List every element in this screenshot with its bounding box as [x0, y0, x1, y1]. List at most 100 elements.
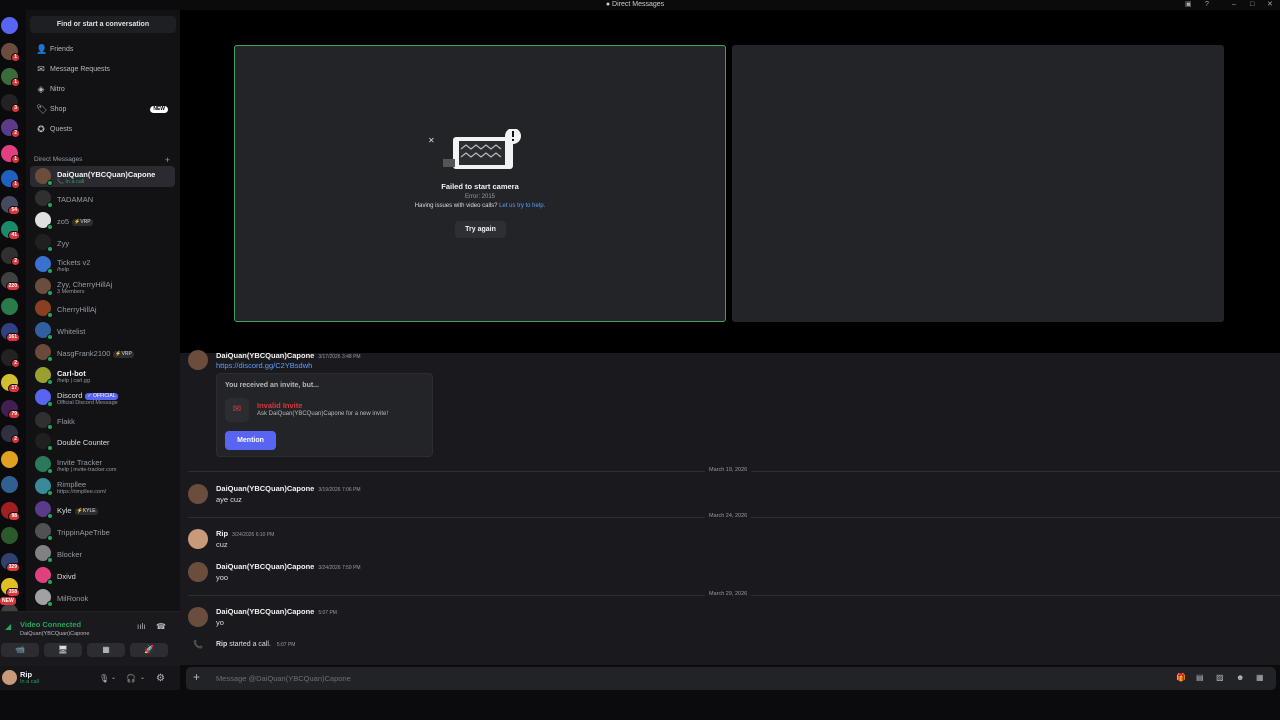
message-input[interactable]: Message @DaiQuan(YBCQuan)Capone — [216, 674, 351, 683]
server-icon[interactable]: 1 — [1, 42, 20, 62]
invite-link[interactable]: https://discord.gg/C2YBsdwh — [216, 361, 312, 370]
home-button[interactable] — [1, 17, 18, 34]
nav-quests[interactable]: ✪ Quests — [30, 121, 176, 138]
nav-friends[interactable]: 👤 Friends — [30, 41, 176, 58]
mention-badge: 2 — [11, 358, 20, 368]
server-icon[interactable]: 2 — [1, 119, 20, 138]
dm-item[interactable]: Zyy, CherryHillAj 3 Members — [30, 276, 175, 297]
help-link[interactable]: Let us try to help. — [499, 203, 545, 209]
server-icon[interactable]: 41 — [1, 221, 20, 240]
dm-item[interactable]: Rimpllee https://rimpllee.com/ — [30, 476, 175, 497]
minimize-button[interactable]: – — [1232, 0, 1236, 9]
try-again-button[interactable]: Try again — [455, 221, 506, 238]
headphones-icon[interactable]: 🎧 — [126, 674, 136, 683]
nav-shop[interactable]: 🏷 Shop NEW — [30, 101, 176, 118]
dm-item[interactable]: MilRonok — [30, 587, 175, 608]
camera-button[interactable]: 📹 — [1, 643, 39, 657]
server-icon[interactable]: 358 — [1, 578, 20, 597]
maximize-button[interactable]: □ — [1250, 0, 1254, 9]
mention-badge: 17 — [8, 384, 20, 393]
avatar[interactable] — [188, 562, 208, 582]
dm-item[interactable]: Blocker — [30, 543, 175, 564]
dm-item[interactable]: Double Counter — [30, 431, 175, 452]
gift-icon[interactable]: 🎁 — [1176, 673, 1186, 682]
avatar[interactable] — [188, 484, 208, 504]
server-icon[interactable]: 1 — [1, 68, 20, 87]
server-icon[interactable]: 79 — [1, 399, 20, 419]
dm-item[interactable]: TrippinApeTribe — [30, 521, 175, 542]
server-icon[interactable]: 2 — [1, 425, 20, 444]
server-icon[interactable] — [1, 476, 18, 493]
screen-share-button[interactable]: 🖥 — [44, 643, 82, 657]
video-tile-self[interactable]: ✕ Failed to start camera Error: 2015 Hav… — [234, 45, 726, 322]
dm-name: Flakk — [57, 417, 75, 426]
message-author[interactable]: Rip — [216, 641, 227, 648]
server-icon[interactable]: 98 — [1, 501, 20, 521]
server-icon[interactable]: 220 — [1, 272, 20, 291]
soundboard-button[interactable]: 🚀 — [130, 643, 168, 657]
noise-suppression-icon[interactable]: ıılı — [137, 622, 145, 631]
add-attachment-icon[interactable]: + — [193, 670, 200, 684]
message-author[interactable]: DaiQuan(YBCQuan)Capone — [216, 562, 314, 571]
activities-button[interactable]: ▦ — [87, 643, 125, 657]
microphone-icon[interactable]: 🎙 — [99, 674, 109, 683]
dm-item[interactable]: NasgFrank2100 ⚡VRP — [30, 342, 175, 363]
message-composer[interactable]: + Message @DaiQuan(YBCQuan)Capone 🎁 ▤ ▨ … — [186, 667, 1276, 690]
server-icon[interactable]: 1 — [1, 170, 20, 189]
nav-nitro[interactable]: ◈ Nitro — [30, 81, 176, 98]
server-icon[interactable] — [1, 297, 18, 315]
dm-item[interactable]: DaiQuan(YBCQuan)Capone 📞 In a call — [30, 166, 175, 187]
dm-item[interactable]: TADAMAN — [30, 188, 175, 209]
status-indicator — [47, 246, 53, 252]
chevron-down-icon[interactable]: ⌄ — [111, 674, 116, 681]
server-icon[interactable]: 329 — [1, 552, 20, 572]
server-icon[interactable]: 2 — [1, 348, 20, 368]
video-tile-remote[interactable] — [732, 45, 1224, 322]
dm-item[interactable]: Discord ✓ OFFICIAL Official Discord Messag… — [30, 387, 175, 408]
dm-item[interactable]: zo5 ⚡VRP — [30, 210, 175, 231]
inbox-icon[interactable]: ▣ — [1185, 0, 1192, 9]
avatar[interactable] — [188, 607, 208, 627]
dm-item[interactable]: Kyle ⚡KYLE — [30, 499, 175, 520]
dm-item[interactable]: Dxivd — [30, 565, 175, 586]
sticker-icon[interactable]: ▨ — [1216, 673, 1224, 682]
server-list: 1 1 3 2 1 1 54 41 2 220 161 2 17 79 2 98 329 358 NEW — [0, 10, 20, 665]
server-icon[interactable] — [1, 450, 18, 468]
dm-item[interactable]: CherryHillAj — [30, 298, 175, 319]
dm-item[interactable]: Zyy — [30, 232, 175, 253]
server-icon[interactable] — [1, 527, 18, 544]
dm-item[interactable]: Carl-bot/help | carl.gg — [30, 365, 175, 386]
nav-message-requests[interactable]: ✉ Message Requests — [30, 61, 176, 78]
dm-item[interactable]: Flakk — [30, 410, 175, 431]
message-author[interactable]: DaiQuan(YBCQuan)Capone — [216, 607, 314, 616]
server-icon[interactable]: 17 — [1, 374, 20, 393]
apps-icon[interactable]: ▦ — [1256, 673, 1264, 682]
avatar[interactable] — [188, 529, 208, 549]
dm-item[interactable]: Invite Tracker/help | invite-tracker.com — [30, 454, 175, 475]
voice-channel[interactable]: DaiQuan(YBCQuan)Capone — [20, 631, 89, 637]
server-icon[interactable]: 161 — [1, 323, 20, 342]
help-icon[interactable]: ? — [1205, 0, 1209, 9]
gif-icon[interactable]: ▤ — [1196, 673, 1204, 682]
dm-item[interactable]: Tickets v2/help — [30, 254, 175, 275]
server-icon[interactable]: 3 — [1, 93, 20, 113]
server-icon[interactable]: 54 — [1, 195, 20, 215]
emoji-icon[interactable]: ☻ — [1236, 673, 1244, 682]
create-dm-icon[interactable]: + — [165, 155, 170, 165]
avatar[interactable] — [2, 670, 17, 685]
chevron-down-icon[interactable]: ⌄ — [140, 674, 145, 681]
gear-icon[interactable]: ⚙ — [156, 673, 165, 684]
find-conversation-button[interactable]: Find or start a conversation — [30, 16, 176, 33]
voice-status: Video Connected — [20, 620, 82, 629]
message-author[interactable]: DaiQuan(YBCQuan)Capone — [216, 484, 314, 493]
message-author[interactable]: DaiQuan(YBCQuan)Capone — [216, 351, 314, 360]
mention-button[interactable]: Mention — [225, 431, 276, 450]
message-author[interactable]: Rip — [216, 529, 228, 538]
dm-item[interactable]: Whitelist — [30, 320, 175, 341]
disconnect-icon[interactable]: ☎ — [156, 622, 166, 631]
server-icon[interactable]: 2 — [1, 246, 20, 266]
close-button[interactable]: ✕ — [1267, 0, 1273, 9]
avatar[interactable] — [188, 350, 208, 370]
server-icon[interactable]: 1 — [1, 144, 20, 164]
dm-name: Rimpllee — [57, 480, 87, 489]
